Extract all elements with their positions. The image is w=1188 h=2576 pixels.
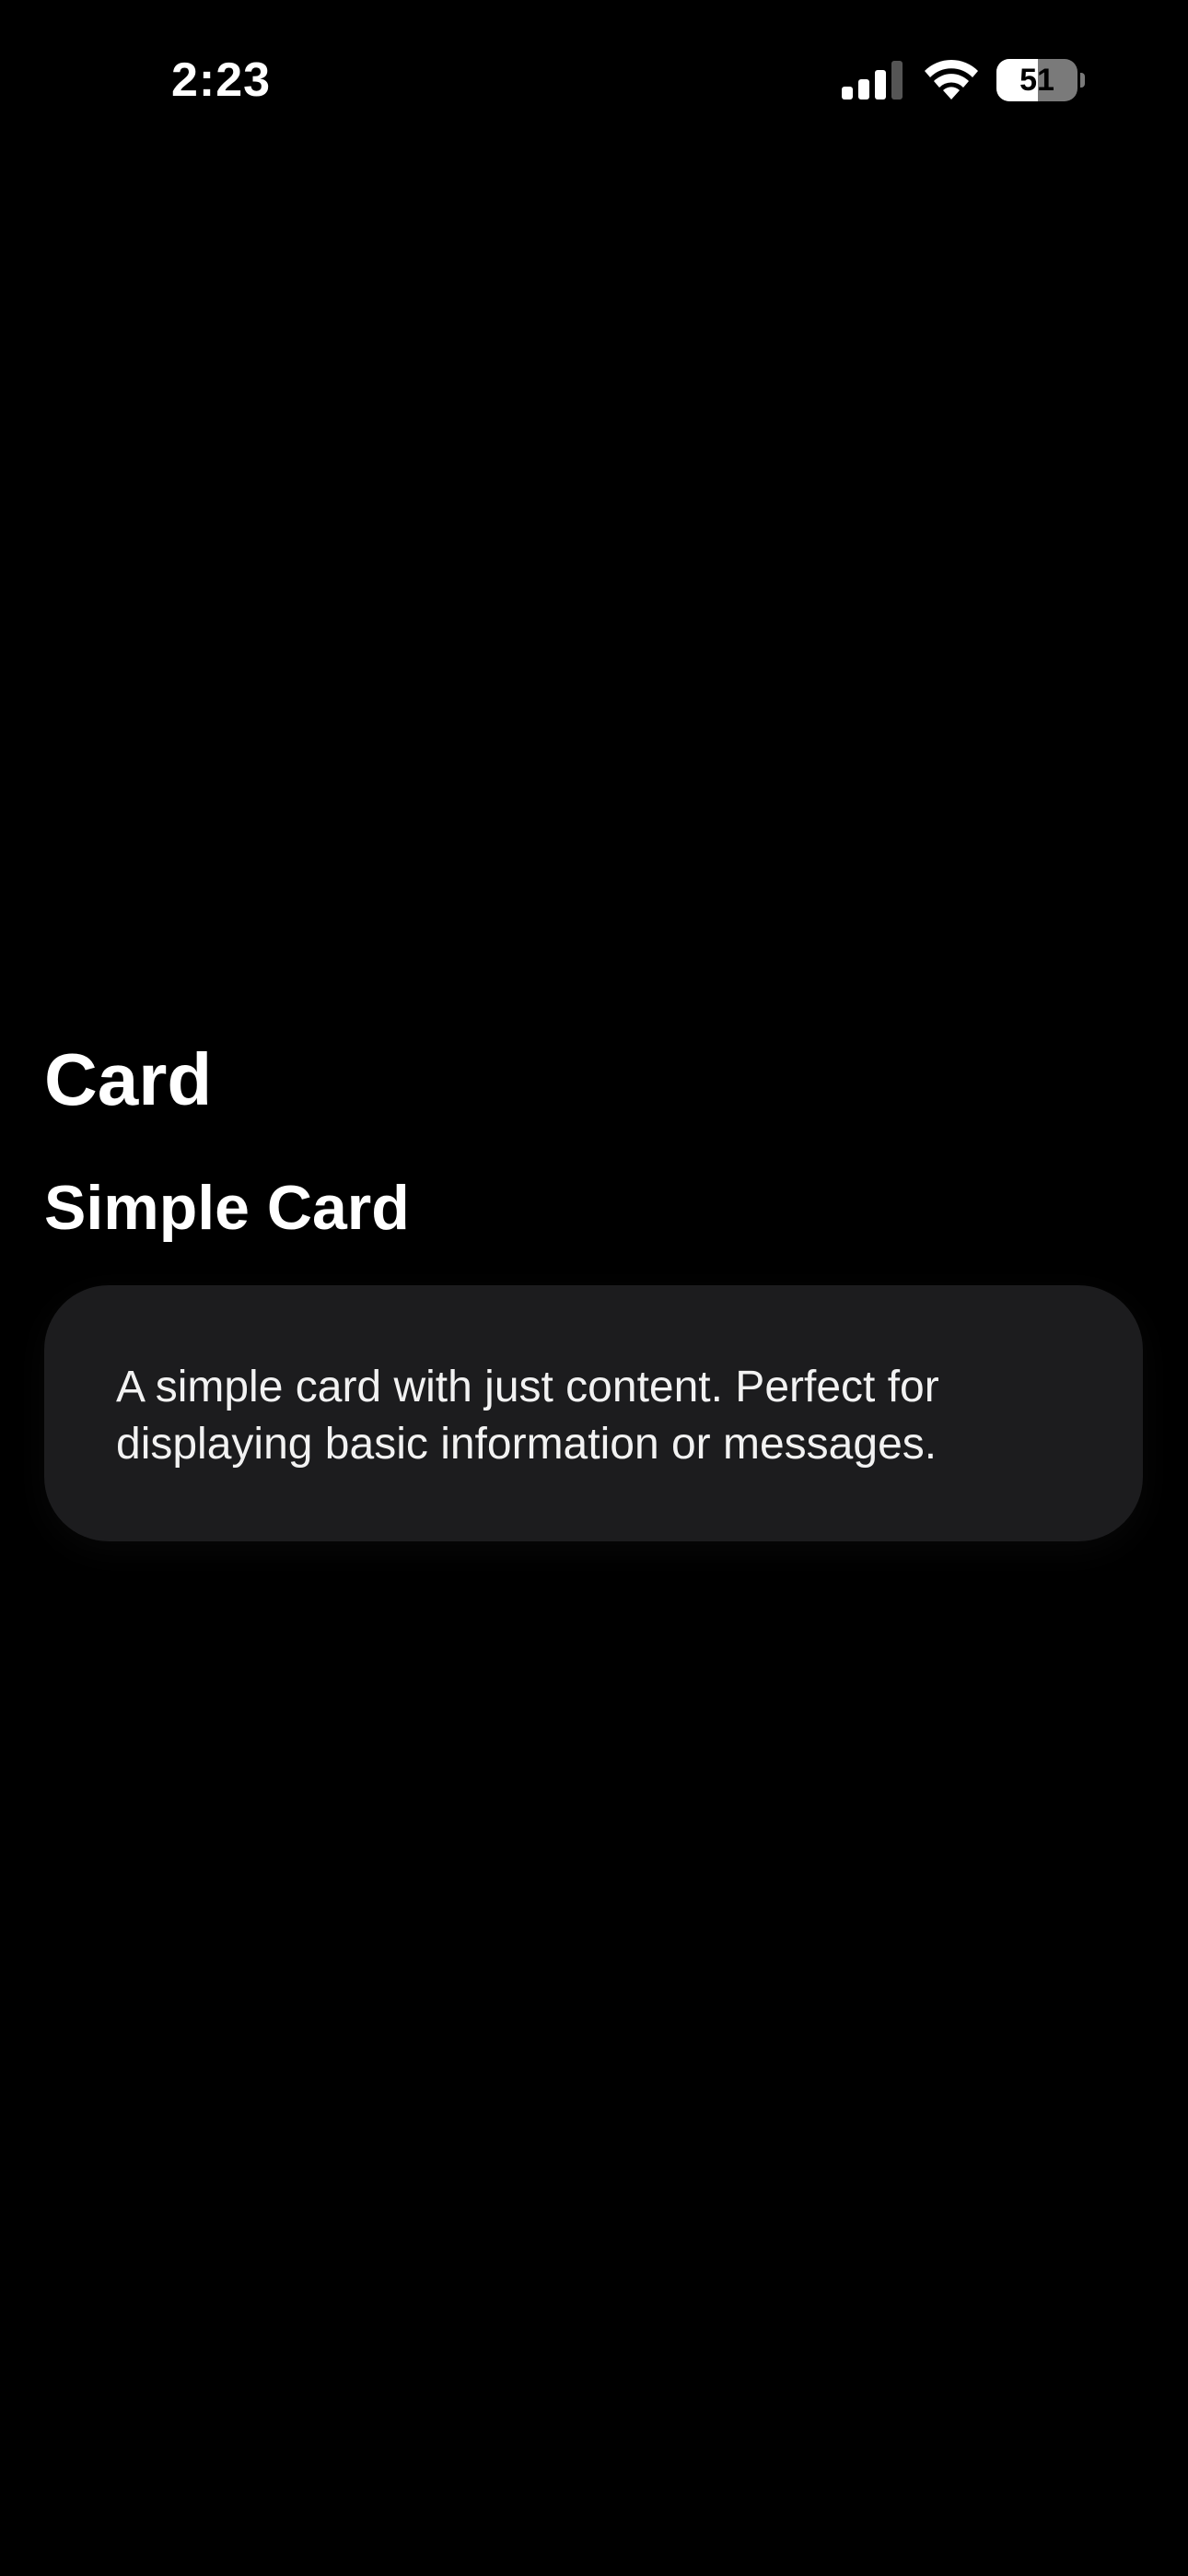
battery-icon: 51 [996, 59, 1085, 101]
page-title: Card [44, 1038, 213, 1120]
battery-level: 51 [1019, 63, 1054, 98]
wifi-icon [925, 59, 978, 100]
battery-body: 51 [996, 59, 1077, 101]
status-time: 2:23 [171, 53, 272, 107]
section-title-simple-card: Simple Card [44, 1173, 410, 1243]
signal-bar [891, 61, 903, 100]
signal-bar [842, 87, 853, 100]
simple-card[interactable]: A simple card with just content. Perfect… [44, 1285, 1143, 1541]
status-bar: 2:23 51 [0, 0, 1188, 157]
signal-bar [875, 70, 886, 100]
card-content-text: A simple card with just content. Perfect… [116, 1363, 939, 1469]
signal-bar [858, 79, 869, 100]
cellular-signal-icon [842, 61, 903, 100]
battery-cap [1080, 73, 1085, 88]
